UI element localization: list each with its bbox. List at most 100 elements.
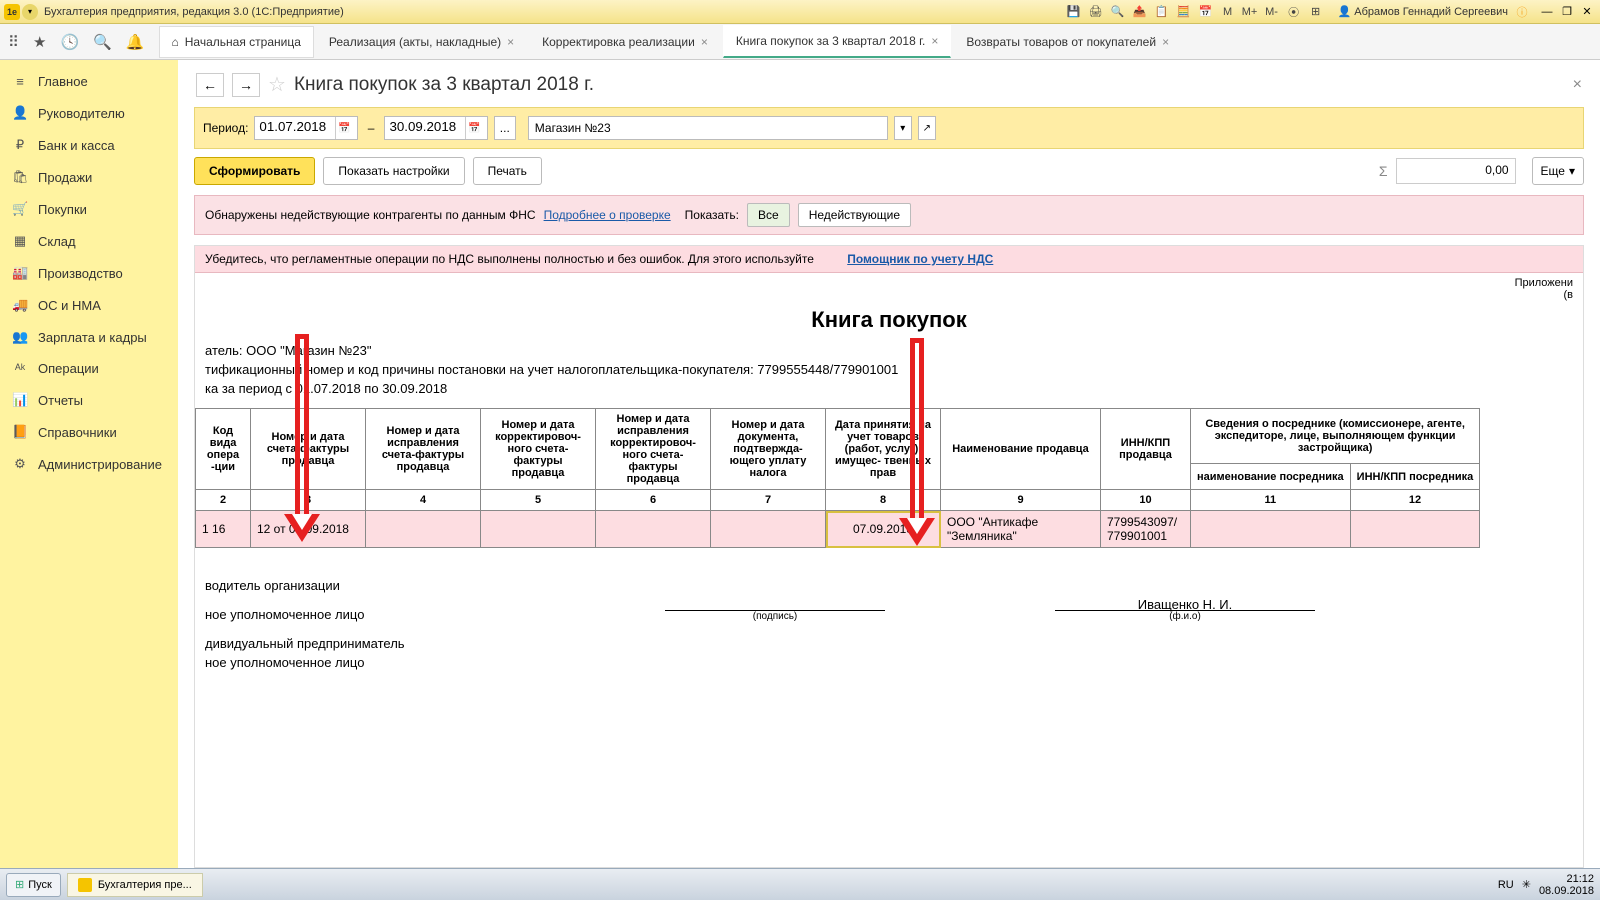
history-icon[interactable]: 🕓 <box>60 33 79 51</box>
save-icon[interactable]: 💾 <box>1066 4 1082 20</box>
org-select[interactable]: Магазин №23 <box>528 116 888 140</box>
cell-c11[interactable] <box>1191 511 1351 548</box>
cell-c6[interactable] <box>596 511 711 548</box>
minimize-button[interactable]: — <box>1538 4 1556 20</box>
export-icon[interactable]: 📤 <box>1132 4 1148 20</box>
report-area: Убедитесь, что регламентные операции по … <box>194 245 1584 868</box>
close-page-button[interactable]: × <box>1573 76 1582 94</box>
back-icon[interactable]: ⦿ <box>1286 4 1302 20</box>
org-dropdown-button[interactable]: ▾ <box>894 116 912 140</box>
tab-realizaciya[interactable]: Реализация (акты, накладные) × <box>316 26 527 58</box>
sidebar-item-otchety[interactable]: 📊Отчеты <box>0 384 178 416</box>
tab-label: Книга покупок за 3 квартал 2018 г. <box>736 34 926 48</box>
col-7-header: Номер и дата документа, подтвержда- ющег… <box>711 409 826 490</box>
period-select-button[interactable]: ... <box>494 116 516 140</box>
sidebar-item-rukovoditelyu[interactable]: 👤Руководителю <box>0 97 178 129</box>
help-icon[interactable]: ⓘ <box>1514 4 1530 20</box>
calendar-to-icon[interactable]: 📅 <box>465 117 483 139</box>
col-11-header: наименование посредника <box>1191 464 1351 490</box>
table-row[interactable]: 1 16 12 от 07.09.2018 07.09.2018 ООО "Ан… <box>196 511 1480 548</box>
sidebar-label: Администрирование <box>38 457 162 472</box>
sidebar-item-sklad[interactable]: ▦Склад <box>0 225 178 257</box>
cell-c3[interactable]: 12 от 07.09.2018 <box>251 511 366 548</box>
sidebar-item-glavnoe[interactable]: ≡Главное <box>0 66 178 97</box>
system-tray: RU ✳ 21:12 08.09.2018 <box>1498 873 1594 897</box>
filter-all-button[interactable]: Все <box>747 203 790 227</box>
mem-mplus[interactable]: M+ <box>1242 4 1258 20</box>
sidebar-item-spravochniki[interactable]: 📙Справочники <box>0 416 178 448</box>
cell-c8[interactable]: 07.09.2018 <box>826 511 941 548</box>
mem-m[interactable]: M <box>1220 4 1236 20</box>
col-5-header: Номер и дата корректировоч- ного счета-ф… <box>481 409 596 490</box>
clock[interactable]: 21:12 08.09.2018 <box>1539 873 1594 897</box>
cell-c10[interactable]: 7799543097/ 779901001 <box>1101 511 1191 548</box>
app-menu-dropdown[interactable]: ▾ <box>22 4 38 20</box>
apps-icon[interactable]: ⠿ <box>8 33 19 51</box>
print-icon[interactable]: 🖨 <box>1088 4 1104 20</box>
favorite-icon[interactable]: ★ <box>33 33 46 51</box>
cell-c9[interactable]: ООО "Антикафе "Земляника" <box>941 511 1101 548</box>
nav-forward-button[interactable]: → <box>232 73 260 97</box>
preview-icon[interactable]: 🔍 <box>1110 4 1126 20</box>
tab-close-icon[interactable]: × <box>931 34 938 48</box>
date-to-input[interactable]: 📅 <box>384 116 487 140</box>
sidebar-item-admin[interactable]: ⚙Администрирование <box>0 448 178 480</box>
tab-vozvraty[interactable]: Возвраты товаров от покупателей × <box>953 26 1182 58</box>
tab-kniga-pokupok[interactable]: Книга покупок за 3 квартал 2018 г. × <box>723 25 952 58</box>
nav-back-button[interactable]: ← <box>196 73 224 97</box>
sidebar-label: Главное <box>38 74 88 89</box>
period-label: Период: <box>203 121 248 135</box>
close-button[interactable]: ✕ <box>1578 4 1596 20</box>
cell-c5[interactable] <box>481 511 596 548</box>
tab-close-icon[interactable]: × <box>507 35 514 49</box>
sidebar-item-os-nma[interactable]: 🚚ОС и НМА <box>0 289 178 321</box>
date-from-field[interactable] <box>259 119 331 134</box>
operations-icon: ᴬᵏ <box>12 361 28 376</box>
filter-invalid-button[interactable]: Недействующие <box>798 203 911 227</box>
warn-text: Обнаружены недействующие контрагенты по … <box>205 208 536 222</box>
zoom-icon[interactable]: ⊞ <box>1308 4 1324 20</box>
user-icon: 👤 <box>1338 5 1352 18</box>
more-button[interactable]: Еще▾ <box>1532 157 1584 185</box>
lang-indicator[interactable]: RU <box>1498 879 1514 891</box>
mem-mminus[interactable]: M- <box>1264 4 1280 20</box>
tab-close-icon[interactable]: × <box>1162 35 1169 49</box>
date-from-input[interactable]: 📅 <box>254 116 357 140</box>
sidebar-item-operacii[interactable]: ᴬᵏ Операции <box>0 353 178 384</box>
tab-close-icon[interactable]: × <box>701 35 708 49</box>
chevron-down-icon: ▾ <box>1569 164 1575 178</box>
date-to-field[interactable] <box>389 119 461 134</box>
calc-icon[interactable]: 🧮 <box>1176 4 1192 20</box>
cell-c2[interactable]: 1 16 <box>196 511 251 548</box>
sidebar-item-prodazhi[interactable]: 🛍Продажи <box>0 161 178 193</box>
cell-c4[interactable] <box>366 511 481 548</box>
favorite-toggle-icon[interactable]: ☆ <box>268 72 286 97</box>
user-badge[interactable]: 👤 Абрамов Геннадий Сергеевич <box>1338 5 1508 18</box>
calendar-from-icon[interactable]: 📅 <box>335 117 353 139</box>
taskbar-app[interactable]: Бухгалтерия пре... <box>67 873 203 897</box>
tray-icon[interactable]: ✳ <box>1522 878 1531 891</box>
form-button[interactable]: Сформировать <box>194 157 315 185</box>
restore-button[interactable]: ❐ <box>1558 4 1576 20</box>
notifications-icon[interactable]: 🔔 <box>126 33 145 51</box>
start-button[interactable]: ⊞ Пуск <box>6 873 61 897</box>
vat-helper-link[interactable]: Помощник по учету НДС <box>847 252 993 266</box>
print-button[interactable]: Печать <box>473 157 542 185</box>
tab-korrektirovka[interactable]: Корректировка реализации × <box>529 26 721 58</box>
sidebar-item-zarplata[interactable]: 👥Зарплата и кадры <box>0 321 178 353</box>
clipboard-icon[interactable]: 📋 <box>1154 4 1170 20</box>
tab-home[interactable]: ⌂ Начальная страница <box>159 26 314 58</box>
cell-c7[interactable] <box>711 511 826 548</box>
sidebar-label: Операции <box>38 361 99 376</box>
sidebar-item-bank[interactable]: ₽Банк и касса <box>0 129 178 161</box>
warn-link[interactable]: Подробнее о проверке <box>544 208 671 222</box>
sidebar-label: Продажи <box>38 170 92 185</box>
org-open-button[interactable]: ↗ <box>918 116 936 140</box>
settings-button[interactable]: Показать настройки <box>323 157 464 185</box>
sidebar-item-pokupki[interactable]: 🛒Покупки <box>0 193 178 225</box>
cell-c12[interactable] <box>1350 511 1480 548</box>
app-icon <box>78 878 92 892</box>
calendar-icon[interactable]: 📅 <box>1198 4 1214 20</box>
sidebar-item-proizvodstvo[interactable]: 🏭Производство <box>0 257 178 289</box>
search-icon[interactable]: 🔍 <box>93 33 112 51</box>
